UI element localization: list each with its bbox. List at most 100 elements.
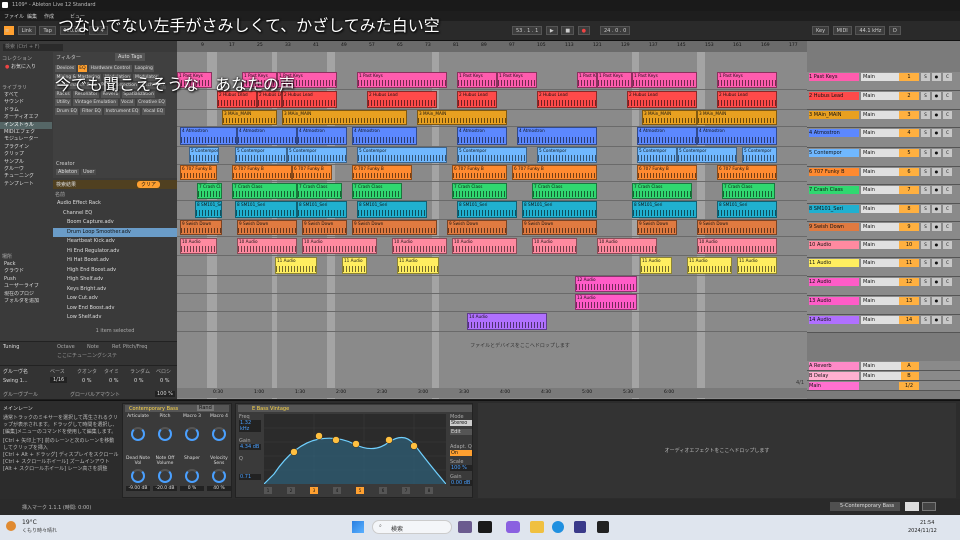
arrangement-ruler[interactable]: 9 17 25 33 41 49 57 65 73 81 89 97 105 113 121 129 137 14… [177, 41, 807, 52]
arm-button[interactable]: ● [932, 129, 941, 137]
clip[interactable]: 6 707 Funky B [352, 165, 412, 180]
macro-knob[interactable] [212, 469, 226, 483]
clip[interactable]: 4 Atmostron [297, 127, 347, 145]
start-button-icon[interactable] [352, 521, 364, 533]
solo-button[interactable]: S [921, 316, 930, 324]
tag-chip[interactable]: Vocal [119, 99, 135, 106]
category-item[interactable]: グルーヴ [0, 166, 52, 173]
return-output-select[interactable]: Main [861, 372, 901, 380]
clip[interactable]: 7 Crash Class [232, 183, 297, 199]
play-button[interactable]: ▶ [545, 26, 558, 35]
arm-button[interactable]: ● [932, 297, 941, 305]
track-header[interactable]: 12 Audio Main 12 S ● C [807, 277, 960, 296]
store-icon[interactable] [574, 521, 586, 533]
groove-row-base[interactable]: 1/16 [50, 377, 68, 383]
clip[interactable]: 13 Audio [575, 294, 637, 310]
clip[interactable]: 5 Contempor [189, 147, 219, 163]
place-item[interactable]: Pack [0, 261, 52, 268]
tag-chip[interactable]: Creative EQ [136, 99, 167, 106]
result-item[interactable]: Drum Loop Smoother.adv [53, 227, 177, 237]
clip[interactable]: 4 Atmostron [352, 127, 417, 145]
key-map-button[interactable]: Key [812, 26, 830, 35]
eq-band-toggle[interactable]: 3 [310, 487, 318, 494]
track-header[interactable]: 1 Past Keys Main 1 S ● C [807, 72, 960, 91]
track-output-select[interactable]: Main [861, 186, 901, 194]
tag-chip[interactable]: Utility [55, 99, 72, 106]
clip[interactable]: 2 Hubus Lead [537, 91, 597, 108]
result-item[interactable]: Low End Boost.adv [53, 304, 177, 314]
tag-chip[interactable]: Vintage Emulation [73, 99, 118, 106]
arm-button[interactable]: ● [932, 73, 941, 81]
eq-mode-select[interactable]: Stereo [450, 420, 472, 426]
clip[interactable]: 3 MAin_MAIN [417, 110, 507, 125]
clip[interactable]: 11 Audio [275, 257, 317, 274]
clip[interactable]: 6 707 Funky B [232, 165, 292, 180]
clip[interactable]: 8 SM101_Seri [717, 201, 777, 218]
clip[interactable]: 11 Audio [640, 257, 672, 274]
solo-button[interactable]: S [921, 92, 930, 100]
track-name[interactable]: 4 Atmostron [809, 129, 859, 137]
clip[interactable]: 1 Past Keys [632, 72, 697, 88]
return-track-name[interactable]: Main [809, 382, 859, 390]
track-output-select[interactable]: Main [861, 259, 901, 267]
track-name[interactable]: 1 Past Keys [809, 73, 859, 81]
category-item[interactable]: サウンド [0, 99, 52, 106]
weather-temp[interactable]: 19°C [22, 519, 37, 526]
clip[interactable]: 4 Atmostron [637, 127, 697, 145]
track-header[interactable]: 14 Audio Main 14 S ● C [807, 315, 960, 333]
clip[interactable]: 4 Atmostron [517, 127, 597, 145]
category-item[interactable]: オーディオエフ [0, 114, 52, 121]
stop-button[interactable]: ■ [561, 26, 575, 35]
macro-knob[interactable] [185, 427, 199, 441]
clip[interactable]: 5 Contempor [742, 147, 777, 163]
category-item[interactable]: チューニング [0, 173, 52, 180]
track-activator[interactable]: 2 [899, 92, 919, 100]
clip[interactable]: 3 MAin_MAIN [697, 110, 777, 125]
track-activator[interactable]: 7 [899, 186, 919, 194]
folder-item[interactable]: Audio Effect Rack [53, 199, 177, 209]
arm-button[interactable]: ● [932, 259, 941, 267]
arm-button[interactable]: ● [932, 316, 941, 324]
arm-button[interactable]: ● [932, 241, 941, 249]
arm-button[interactable]: ● [932, 168, 941, 176]
place-item[interactable]: Push [0, 276, 52, 283]
menu-create[interactable]: 作成 [44, 13, 54, 20]
monitor-button[interactable]: C [943, 149, 952, 157]
clip[interactable]: 4 Atmostron [457, 127, 507, 145]
clip[interactable]: 9 Swish Down [447, 220, 507, 235]
clock-time[interactable]: 21:54 [920, 520, 934, 526]
eq-band-toggle[interactable]: 2 [287, 487, 295, 494]
place-item[interactable]: 現在のプロジ [0, 291, 52, 298]
track-header[interactable]: 8 SM101_Seri Main 8 S ● C [807, 204, 960, 222]
weather-desc[interactable]: くもり時々晴れ [22, 527, 57, 534]
track-name[interactable]: 9 Swish Down [809, 223, 859, 231]
clip[interactable]: 6 707 Funky B [180, 165, 217, 180]
track-output-select[interactable]: Main [861, 73, 901, 81]
monitor-button[interactable]: C [943, 241, 952, 249]
monitor-button[interactable]: C [943, 168, 952, 176]
track-activator[interactable]: 1 [899, 73, 919, 81]
ableton-taskbar-icon[interactable] [597, 521, 609, 533]
clip[interactable]: 3 MAin_MAIN [282, 110, 407, 125]
track-name[interactable]: 6 707 Funky B [809, 168, 859, 176]
track-output-select[interactable]: Main [861, 168, 901, 176]
macro-knob[interactable] [212, 427, 226, 441]
track-name[interactable]: 7 Crash Class [809, 186, 859, 194]
track-name[interactable]: 8 SM101_Seri [809, 205, 859, 213]
loop-length[interactable]: 24 . 0 . 0 [600, 26, 631, 35]
return-activator[interactable]: A [899, 362, 919, 370]
clear-button[interactable]: クリア [137, 181, 161, 188]
clip[interactable]: 9 Swish Down [522, 220, 597, 235]
clip[interactable]: 7 Crash Class [297, 183, 342, 199]
solo-button[interactable]: S [921, 73, 930, 81]
return-track-header[interactable]: Main 1/2 [807, 381, 960, 391]
clip[interactable]: 7 Crash Class [197, 183, 222, 199]
track-header[interactable]: 10 Audio Main 10 S ● C [807, 240, 960, 258]
track-activator[interactable]: 5 [899, 149, 919, 157]
solo-button[interactable]: S [921, 205, 930, 213]
clip[interactable]: 10 Audio [180, 238, 217, 254]
return-activator[interactable]: B [899, 372, 919, 380]
return-track-header[interactable]: A Reverb A Main [807, 361, 960, 371]
eq-graph[interactable] [264, 414, 446, 484]
creator-user[interactable]: User [81, 169, 97, 175]
